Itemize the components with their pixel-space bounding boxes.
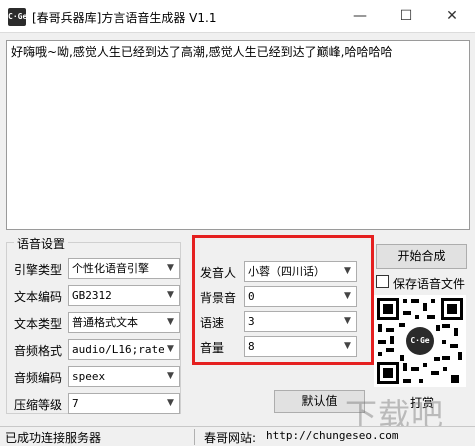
- engine-type-select[interactable]: 个性化语音引擎 ▼: [68, 258, 180, 279]
- text-type-label: 文本类型: [14, 317, 63, 331]
- text-encoding-select[interactable]: GB2312 ▼: [68, 285, 180, 306]
- text-encoding-value: GB2312: [72, 289, 112, 302]
- background-sound-select[interactable]: 0 ▼: [244, 286, 357, 307]
- text-type-value: 普通格式文本: [72, 316, 138, 329]
- text-input[interactable]: 好嗨哦~呦,感觉人生已经到达了高潮,感觉人生已经到达了巅峰,哈哈哈哈: [6, 40, 470, 230]
- engine-type-label: 引擎类型: [14, 263, 63, 277]
- speaker-select[interactable]: 小蓉（四川话） ▼: [244, 261, 357, 282]
- speech-rate-select[interactable]: 3 ▼: [244, 311, 357, 332]
- compression-level-value: 7: [72, 397, 79, 410]
- volume-value: 8: [248, 340, 255, 353]
- chevron-down-icon: ▼: [167, 344, 174, 354]
- audio-encoding-select[interactable]: speex ▼: [68, 366, 180, 387]
- compression-level-select[interactable]: 7 ▼: [68, 393, 180, 414]
- save-audio-label: 保存语音文件: [393, 277, 466, 291]
- settings-group-title: 语音设置: [14, 235, 69, 252]
- save-audio-checkbox[interactable]: [376, 275, 389, 288]
- start-synthesis-button[interactable]: 开始合成: [376, 244, 467, 269]
- audio-format-label: 音频格式: [14, 344, 63, 358]
- qr-logo-icon: C·Ge: [406, 327, 434, 355]
- app-logo-icon: C·Ge: [8, 8, 27, 26]
- volume-select[interactable]: 8 ▼: [244, 336, 357, 357]
- volume-label: 音量: [200, 341, 225, 355]
- chevron-down-icon: ▼: [344, 266, 351, 276]
- chevron-down-icon: ▼: [167, 290, 174, 300]
- chevron-down-icon: ▼: [167, 263, 174, 273]
- audio-format-value: audio/L16;rate=: [72, 343, 164, 356]
- audio-encoding-value: speex: [72, 370, 106, 383]
- background-sound-value: 0: [248, 290, 255, 303]
- chevron-down-icon: ▼: [167, 371, 174, 381]
- close-icon[interactable]: ✕: [429, 0, 475, 33]
- speaker-label: 发音人: [200, 266, 237, 280]
- speech-rate-value: 3: [248, 315, 255, 328]
- audio-encoding-label: 音频编码: [14, 371, 63, 385]
- qr-code: C·Ge: [374, 295, 466, 387]
- maximize-icon[interactable]: ☐: [383, 0, 429, 33]
- minimize-icon[interactable]: —: [337, 0, 383, 33]
- site-label: 春哥网站:: [204, 431, 257, 445]
- text-type-select[interactable]: 普通格式文本 ▼: [68, 312, 180, 333]
- chevron-down-icon: ▼: [167, 317, 174, 327]
- connection-status: 已成功连接服务器: [5, 431, 102, 445]
- title-bar: C·Ge [春哥兵器库]方言语音生成器 V1.1 — ☐ ✕: [0, 0, 475, 33]
- chevron-down-icon: ▼: [167, 398, 174, 408]
- speaker-value: 小蓉（四川话）: [248, 265, 325, 278]
- chevron-down-icon: ▼: [344, 341, 351, 351]
- chevron-down-icon: ▼: [344, 291, 351, 301]
- chevron-down-icon: ▼: [344, 316, 351, 326]
- window-title: [春哥兵器库]方言语音生成器 V1.1: [32, 11, 217, 25]
- engine-type-value: 个性化语音引擎: [72, 262, 149, 275]
- compression-level-label: 压缩等级: [14, 398, 63, 412]
- background-sound-label: 背景音: [200, 291, 237, 305]
- text-encoding-label: 文本编码: [14, 290, 63, 304]
- site-url[interactable]: http://chungeseo.com: [266, 429, 398, 442]
- status-divider: [194, 429, 195, 445]
- audio-format-select[interactable]: audio/L16;rate= ▼: [68, 339, 180, 360]
- speech-rate-label: 语速: [200, 316, 225, 330]
- status-bar: 已成功连接服务器 春哥网站: http://chungeseo.com: [0, 426, 475, 446]
